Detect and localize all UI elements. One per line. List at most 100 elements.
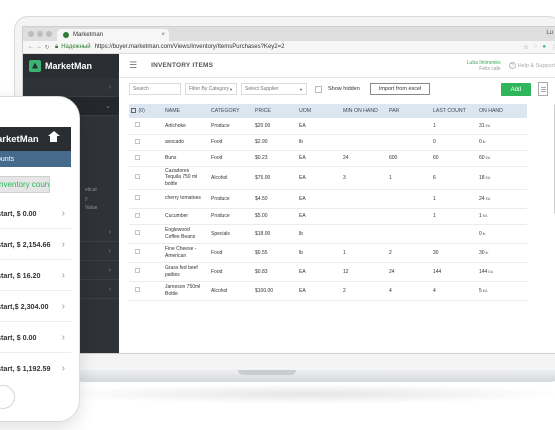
extension-icon[interactable]: ◌ [534,44,538,51]
document-icon[interactable] [538,82,548,96]
cell-min [341,224,387,244]
row-checkbox[interactable] [135,138,140,144]
cell-onhand: 18EA [477,166,527,190]
onhand-value: 0 [479,230,482,237]
category-filter[interactable]: Filter By Category ▼ [185,83,237,95]
cell-category: Produce [209,189,253,209]
cell-last: 144 [431,262,477,282]
count-list-item[interactable]: start,$ 2,304.00 › [0,291,71,322]
row-select-cell [129,118,163,135]
browser-tab[interactable]: Marketman × [57,29,169,41]
count-list-item[interactable]: start, $ 0.00 › [0,198,71,229]
count-list-item[interactable]: start, $ 0.00 › [0,322,71,353]
table-row[interactable]: Cucumber Produce $5.00 EA 1 1EA [129,208,527,225]
cell-onhand: 31EA [477,118,527,135]
phone-home-button[interactable] [0,385,15,409]
count-list-item[interactable]: start, $ 1,192.59 › [0,353,71,379]
home-icon[interactable] [47,131,60,143]
browser-profile[interactable]: Lu [546,30,553,36]
table-row[interactable]: avocado Food $2.90 lb 0 0lb [129,134,527,151]
help-support-link[interactable]: ? Help & Support [508,62,555,69]
back-icon[interactable]: ← [27,44,35,50]
cell-name: Artichoke [163,118,209,135]
onhand-value: 60 [479,155,485,161]
table-row[interactable]: Englewood Coffee Beans Specials $18.00 lb 0l… [129,224,527,244]
table-row[interactable]: Grass fed beef patties Food $0.83 EA 12 24 144… [129,262,527,282]
row-checkbox[interactable] [135,154,140,160]
search-input[interactable]: Search [129,83,181,95]
row-checkbox[interactable] [135,195,140,200]
table-row[interactable]: Buns Food $0.23 EA 24 600 60 60EA [129,150,527,167]
cell-price: $0.55 [253,243,297,263]
user-menu[interactable]: Luba Ilnimenko Felix cafe [467,60,501,72]
table-row[interactable]: Cazadores Tequila 750 ml bottle Alcohol $7… [129,166,527,190]
reload-icon[interactable]: ↻ [43,44,51,51]
laptop-notch [238,370,296,375]
import-from-excel-button[interactable]: Import from excel [369,83,431,95]
table-row[interactable]: Jameson 750ml Bottle Alcohol $100.00 EA 2 4 4 5… [129,281,527,301]
browser-tabbar: Marketman × Lu [23,27,555,41]
cell-min [341,118,387,135]
col-name[interactable]: NAME [163,104,209,118]
row-checkbox[interactable] [135,268,140,273]
onhand-unit: EA [488,269,494,274]
forward-icon[interactable]: → [35,44,43,50]
col-category[interactable]: CATEGORY [209,104,253,118]
star-icon[interactable]: ☆ [523,44,528,51]
table-row[interactable]: Fine Cheese - American Food $0.55 lb 1 2 30 30l… [129,243,527,263]
row-checkbox[interactable] [135,249,140,254]
cell-name: cherry tomatoes [163,189,209,209]
select-all-header[interactable]: (0) [129,104,163,118]
row-select-cell [129,134,163,151]
col-on-hand[interactable]: ON HAND [477,104,527,118]
phone-count-list: start, $ 0.00 › start, $ 2,154.66 › start, $… [0,198,71,379]
url-field[interactable]: https://buyer.marketman.com/Views/Invent… [95,44,285,50]
window-controls[interactable] [28,31,52,37]
onhand-value: 0 [479,139,482,145]
inventory-count-button[interactable]: nventory count [0,176,50,193]
cell-price: $20.00 [253,118,297,135]
extension-green-icon[interactable]: ● [542,44,546,51]
hamburger-menu-icon[interactable]: ☰ [129,60,137,71]
col-par[interactable]: PAR [387,104,431,118]
onhand-value: 144 [479,268,488,275]
menu-dots-icon[interactable]: ⋮ [551,44,555,51]
user-location: Felix cafe [479,65,501,72]
col-uom[interactable]: UOM [297,104,341,118]
table-row[interactable]: Artichoke Produce $20.00 EA 1 31EA [129,118,527,135]
sidebar-item[interactable]: › [23,78,119,97]
col-last-count[interactable]: LAST COUNT [431,104,477,118]
cell-par: 600 [387,150,431,167]
cell-price: $0.23 [253,150,297,167]
browser-address-bar: ← → ↻ 🔒︎ Надежный https://buyer.marketma… [23,41,555,54]
cell-uom: lb [297,134,341,151]
brand-name: MarketMan [45,60,93,71]
chevron-right-icon: › [61,362,65,374]
cell-min: 12 [341,262,387,282]
cell-price: $18.00 [253,224,297,244]
onhand-value: 18 [479,174,485,181]
row-checkbox[interactable] [135,230,140,235]
col-price[interactable]: PRICE [253,104,297,118]
row-checkbox[interactable] [135,122,140,128]
row-checkbox[interactable] [135,287,140,292]
supplier-select[interactable]: Select Supplier ▼ [241,83,307,95]
tab-close-icon[interactable]: × [161,32,165,38]
count-list-item[interactable]: start, $ 2,154.66 › [0,229,71,260]
cell-par: 1 [387,166,431,190]
row-checkbox[interactable] [135,174,140,179]
onhand-value: 31 [479,122,485,129]
cell-uom: lb [297,243,341,263]
select-all-checkbox[interactable] [131,108,136,113]
cell-category: Food [209,134,253,151]
row-checkbox[interactable] [135,212,140,218]
brand[interactable]: MarketMan [23,53,119,78]
col-min-on-hand[interactable]: MIN ON HAND [341,104,387,118]
cell-uom: EA [297,208,341,225]
show-hidden-checkbox[interactable] [315,85,322,93]
count-list-item[interactable]: start, $ 16.20 › [0,260,71,291]
table-row[interactable]: cherry tomatoes Produce $4.50 EA 1 24EA [129,189,527,209]
add-button[interactable]: Add [501,83,531,96]
cell-category: Food [209,243,253,263]
cell-name: Fine Cheese - American [163,243,209,263]
